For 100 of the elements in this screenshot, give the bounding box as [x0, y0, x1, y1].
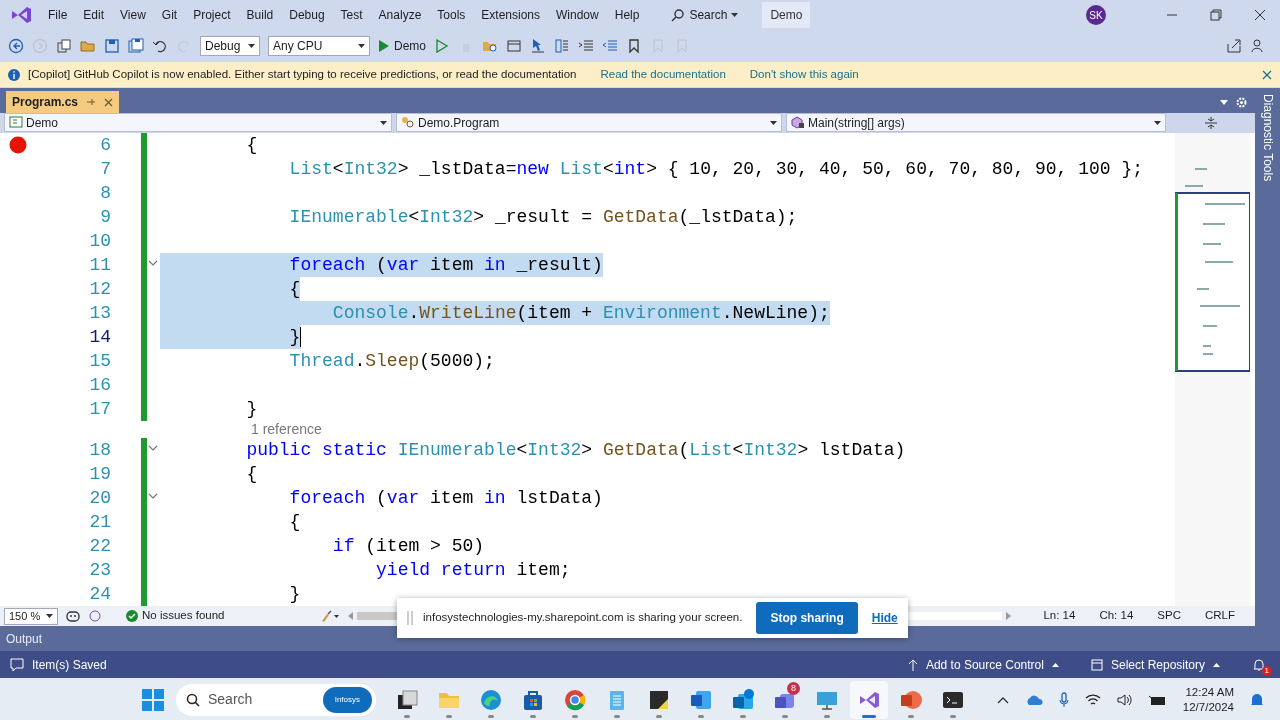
code-line: } [245, 398, 258, 421]
line-number: 16 [88, 373, 111, 397]
caret-icon [731, 13, 739, 17]
chevron-up-icon[interactable] [996, 695, 1009, 704]
drag-handle-icon[interactable] [407, 611, 413, 625]
zoom-dropdown[interactable]: 150 % [4, 607, 58, 625]
scroll-left-icon[interactable] [348, 612, 354, 620]
menu-item[interactable]: Analyze [370, 4, 430, 26]
collapse-icon[interactable] [148, 260, 158, 267]
back-icon[interactable] [8, 37, 24, 54]
line-indicator[interactable]: Ln: 14 [1043, 607, 1076, 625]
stop-sharing-button[interactable]: Stop sharing [756, 602, 858, 634]
caret-icon [1154, 120, 1161, 125]
close-icon[interactable] [104, 97, 114, 107]
issues-status[interactable]: No issues found [142, 607, 225, 625]
play-outline-icon[interactable] [434, 37, 450, 54]
caret-icon[interactable] [1220, 99, 1228, 105]
notification-bell-icon[interactable] [1252, 658, 1266, 673]
taskbar-app-button[interactable]: 8 [766, 680, 804, 719]
user-avatar[interactable]: SK [1086, 5, 1106, 25]
app-logo-icon[interactable] [10, 5, 32, 25]
repository-button[interactable]: Select Repository [1090, 655, 1220, 674]
split-editor-icon[interactable] [1204, 117, 1217, 129]
column-indicator[interactable]: Ch: 14 [1099, 607, 1134, 625]
line-number: 11 [88, 253, 111, 277]
navigation-dropdown[interactable]: Demo.Program [396, 113, 782, 132]
collapse-icon[interactable] [148, 445, 158, 452]
line-ending-indicator[interactable]: CRLF [1204, 607, 1235, 625]
columns-icon[interactable] [554, 37, 570, 54]
search-icon [186, 692, 200, 707]
battery-icon[interactable] [1148, 693, 1167, 706]
menu-item[interactable]: View [112, 4, 154, 26]
menu-item[interactable]: Extensions [473, 4, 549, 26]
output-tab[interactable]: Output [6, 629, 43, 648]
code-minimap-drawing[interactable] [1175, 133, 1250, 606]
code-line: Thread.Sleep(5000); [288, 350, 495, 373]
code-line: public static IEnumerable<Int32> GetData(List<Int32> lstData) [245, 439, 906, 462]
notification-bell-icon[interactable] [1250, 691, 1264, 708]
save-all-icon[interactable] [128, 37, 144, 54]
notification-count: 1 [1261, 665, 1272, 676]
search-button[interactable]: Search [663, 6, 747, 24]
volume-icon[interactable] [1116, 693, 1133, 706]
navigation-dropdown[interactable]: Demo [4, 113, 392, 132]
breakpoint-icon[interactable] [8, 136, 27, 154]
navigation-dropdown[interactable]: Main(string[] args) [786, 113, 1166, 132]
microphone-icon[interactable] [1058, 691, 1069, 708]
code-line: if (item > 50) [331, 535, 485, 558]
collapse-icon[interactable] [148, 493, 158, 500]
close-icon[interactable] [1254, 9, 1266, 21]
info-icon [8, 68, 20, 81]
document-tab[interactable]: Program.cs [6, 91, 120, 113]
message-icon [10, 657, 24, 672]
task-view-icon [396, 688, 418, 711]
menu-item[interactable]: Edit [75, 4, 113, 26]
share-message: infosystechnologies-my.sharepoint.com is sharing your screen. [423, 610, 743, 626]
menu-item[interactable]: Test [332, 4, 371, 26]
code-lens-link[interactable]: 1 reference [0, 421, 1175, 438]
indent-icon[interactable] [578, 37, 594, 54]
hide-link[interactable]: Hide [871, 609, 898, 627]
new-item-icon[interactable] [56, 37, 72, 54]
scroll-right-icon[interactable] [1006, 612, 1012, 620]
configuration-dropdown[interactable]: Debug [200, 35, 260, 56]
taskbar-search-field[interactable]: Search Infosys [176, 683, 376, 716]
pin-icon[interactable] [86, 97, 97, 107]
menu-item[interactable]: File [40, 4, 76, 26]
start-button[interactable]: Demo [378, 36, 426, 55]
line-number: 14 [88, 325, 111, 349]
repository-icon [1090, 658, 1103, 671]
save-icon[interactable] [104, 37, 120, 54]
menu-item[interactable]: Git [153, 4, 186, 26]
restore-icon[interactable] [1210, 9, 1222, 21]
line-number: 7 [99, 157, 111, 181]
code-line: yield return item; [375, 559, 571, 582]
menu-item[interactable]: Project [185, 4, 239, 26]
menu-item[interactable]: Build [238, 4, 282, 26]
menu-item[interactable]: Help [606, 4, 648, 26]
wifi-icon[interactable] [1084, 693, 1101, 706]
menu-item[interactable]: Window [548, 4, 607, 26]
menu-item[interactable]: Tools [429, 4, 474, 26]
platform-dropdown[interactable]: Any CPU [268, 35, 370, 56]
copilot-icon[interactable] [66, 610, 80, 622]
share-icon[interactable] [1226, 37, 1242, 54]
menu-item[interactable]: Debug [281, 4, 333, 26]
bookmark-icon[interactable] [626, 37, 642, 54]
whitespace-indicator[interactable]: SPC [1157, 607, 1181, 625]
settings-icon[interactable] [1236, 96, 1247, 108]
info-link[interactable]: Don't show this again [749, 65, 859, 84]
code-line: { [245, 134, 258, 157]
info-link[interactable]: Read the documentation [600, 65, 726, 84]
code-line: { [245, 463, 258, 486]
close-icon[interactable] [1262, 69, 1272, 80]
code-line: { [288, 511, 301, 534]
window-icon[interactable] [506, 37, 522, 54]
clock[interactable]: 12:24 AM 12/7/2024 [1182, 684, 1234, 715]
method-lock-icon [791, 116, 805, 129]
source-control-button[interactable]: Add to Source Control [907, 655, 1059, 674]
cursor-icon[interactable] [530, 37, 546, 54]
feedback-icon[interactable] [1250, 37, 1266, 54]
caret-icon [46, 614, 53, 618]
cleanup-brush-icon[interactable] [320, 610, 341, 622]
